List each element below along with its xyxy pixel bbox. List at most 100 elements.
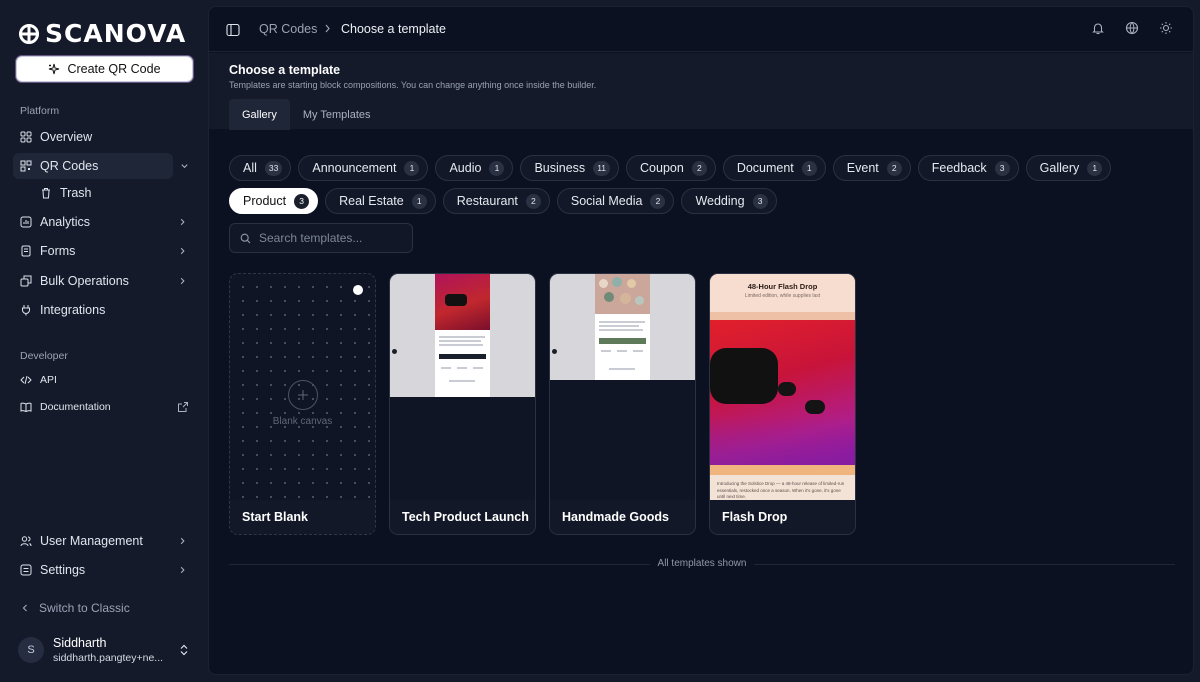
sidebar-item-settings[interactable]: Settings — [13, 557, 193, 583]
filter-chip-document[interactable]: Document 1 — [722, 155, 826, 181]
globe-icon[interactable] — [1125, 21, 1139, 35]
chevron-right-icon — [180, 537, 185, 545]
tab-gallery[interactable]: Gallery — [229, 99, 290, 130]
sidebar-item-forms[interactable]: Forms — [13, 238, 193, 264]
filter-chip-all[interactable]: All 33 — [229, 155, 292, 181]
sidebar: SCANOVA Create QR Code Platform Overview… — [0, 0, 208, 682]
plus-icon — [288, 380, 318, 410]
book-icon — [20, 401, 32, 413]
thumbnail-preview — [435, 274, 490, 397]
card-title: Handmade Goods — [550, 500, 695, 534]
sun-icon[interactable] — [1159, 21, 1173, 35]
card-title: Flash Drop — [710, 500, 855, 534]
bell-icon[interactable] — [1091, 21, 1105, 35]
switch-to-classic-label: Switch to Classic — [39, 601, 130, 615]
thumbnail-image — [710, 320, 855, 465]
form-icon — [20, 245, 32, 257]
template-card-tech-product-launch[interactable]: Tech Product Launch — [389, 273, 536, 535]
user-email: siddharth.pangtey+ne... — [53, 652, 164, 664]
template-card-flash-drop[interactable]: 48-Hour Flash Drop Limited edition, whil… — [709, 273, 856, 535]
chip-label: Wedding — [695, 194, 745, 208]
chip-label: Real Estate — [339, 194, 404, 208]
developer-section-label: Developer — [20, 350, 68, 362]
card-title: Tech Product Launch — [390, 500, 535, 534]
platform-section-label: Platform — [20, 105, 60, 117]
logo-text: SCANOVA — [45, 19, 187, 48]
user-menu[interactable]: S Siddharth siddharth.pangtey+ne... — [18, 634, 193, 666]
filter-chip-event[interactable]: Event 2 — [832, 155, 911, 181]
chip-label: Gallery — [1039, 161, 1080, 175]
chip-count: 33 — [264, 160, 283, 176]
sidebar-item-analytics[interactable]: Analytics — [13, 209, 193, 235]
sidebar-item-label: Bulk Operations — [40, 274, 129, 288]
card-title: Start Blank — [230, 500, 375, 534]
chip-count: 2 — [691, 160, 707, 176]
sidebar-item-overview[interactable]: Overview — [13, 124, 193, 150]
chip-label: Announcement — [312, 161, 397, 175]
sidebar-item-label: Analytics — [40, 215, 91, 229]
user-name: Siddharth — [53, 636, 107, 650]
topbar: QR Codes Choose a template — [209, 7, 1193, 52]
template-card-start-blank[interactable]: Blank canvas Start Blank — [229, 273, 376, 535]
filter-chip-wedding[interactable]: Wedding 3 — [681, 188, 777, 214]
chip-label: Document — [736, 161, 794, 175]
chip-count: 2 — [525, 193, 541, 209]
chevron-up-down-icon — [180, 644, 188, 656]
category-filters: All 33 Announcement 1 Audio 1 Business 11 Co… — [229, 155, 1179, 221]
chip-label: Product — [243, 194, 287, 208]
logo[interactable]: SCANOVA — [19, 19, 186, 48]
chip-count: 1 — [489, 160, 505, 176]
filter-chip-coupon[interactable]: Coupon 2 — [626, 155, 716, 181]
chip-label: Coupon — [640, 161, 684, 175]
trash-icon — [40, 187, 52, 199]
filter-chip-gallery[interactable]: Gallery 1 — [1025, 155, 1112, 181]
filter-chip-business[interactable]: Business 11 — [520, 155, 620, 181]
sidebar-item-trash[interactable]: Trash — [33, 180, 183, 206]
chevron-right-icon — [180, 247, 185, 255]
page-title: Choose a template — [229, 63, 341, 77]
template-card-handmade-goods[interactable]: Handmade Goods — [549, 273, 696, 535]
filter-row-1: All 33 Announcement 1 Audio 1 Business 11 Co… — [229, 155, 1179, 181]
filter-chip-restaurant[interactable]: Restaurant 2 — [442, 188, 550, 214]
filter-chip-real-estate[interactable]: Real Estate 1 — [325, 188, 436, 214]
logo-mark-icon — [19, 23, 39, 44]
breadcrumb-current: Choose a template — [341, 22, 446, 36]
filter-chip-feedback[interactable]: Feedback 3 — [917, 155, 1019, 181]
filter-chip-announcement[interactable]: Announcement 1 — [298, 155, 429, 181]
sidebar-item-label: API — [40, 374, 57, 386]
chip-label: Restaurant — [456, 194, 518, 208]
settings-icon — [20, 564, 32, 576]
blank-canvas-text: Blank canvas — [272, 416, 333, 427]
sidebar-item-integrations[interactable]: Integrations — [13, 297, 193, 323]
filter-chip-audio[interactable]: Audio 1 — [435, 155, 514, 181]
sidebar-item-api[interactable]: API — [13, 367, 193, 393]
sidebar-item-user-management[interactable]: User Management — [13, 528, 193, 554]
search-input[interactable] — [259, 231, 399, 245]
breadcrumb-qr-codes[interactable]: QR Codes — [259, 22, 317, 36]
chip-count: 2 — [886, 160, 902, 176]
sidebar-item-bulk-operations[interactable]: Bulk Operations — [13, 268, 193, 294]
carousel-dot — [392, 349, 397, 354]
chip-label: Audio — [449, 161, 482, 175]
divider — [710, 312, 855, 320]
template-search[interactable] — [229, 223, 413, 253]
thumbnail-header: 48-Hour Flash Drop Limited edition, whil… — [710, 274, 855, 312]
filter-chip-social-media[interactable]: Social Media 2 — [556, 188, 675, 214]
filter-row-2: Product 3 Real Estate 1 Restaurant 2 Social… — [229, 188, 1179, 214]
chevron-down-icon[interactable] — [180, 162, 189, 171]
sidebar-toggle-icon[interactable] — [226, 23, 240, 37]
tab-my-templates[interactable]: My Templates — [290, 99, 384, 130]
sidebar-item-qr-codes[interactable]: QR Codes — [13, 153, 188, 179]
switch-to-classic-link[interactable]: Switch to Classic — [20, 601, 130, 615]
chip-count: 3 — [752, 193, 768, 209]
create-qr-code-button[interactable]: Create QR Code — [16, 56, 193, 82]
chip-label: Event — [846, 161, 879, 175]
filter-chip-product[interactable]: Product 3 — [229, 188, 319, 214]
chevron-left-icon — [22, 604, 27, 612]
sidebar-item-documentation[interactable]: Documentation — [13, 394, 193, 420]
chip-count: 1 — [1087, 160, 1103, 176]
layers-icon — [20, 275, 32, 287]
footer-label: All templates shown — [649, 558, 755, 569]
chevron-right-icon — [180, 566, 185, 574]
page-subtitle: Templates are starting block composition… — [229, 80, 597, 90]
